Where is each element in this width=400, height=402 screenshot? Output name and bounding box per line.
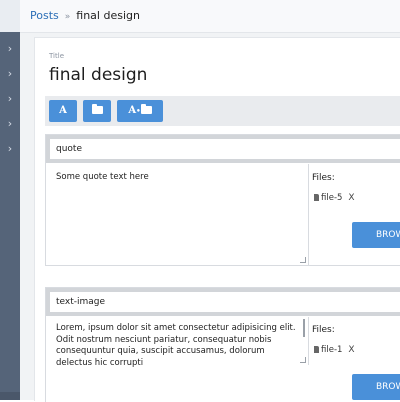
- chevron-right-icon[interactable]: ›: [5, 118, 15, 130]
- folder-icon: [140, 103, 152, 114]
- block-textarea[interactable]: Lorem, ipsum dolor sit amet consectetur …: [46, 317, 309, 368]
- file-item: file-5 X: [314, 193, 355, 203]
- sidebar: › › › › ›: [0, 0, 20, 400]
- resize-handle[interactable]: [300, 357, 306, 363]
- file-icon: [314, 346, 319, 353]
- add-text-block-button[interactable]: A: [49, 100, 77, 122]
- content-block-quote: quote Some quote text here Files: file-5…: [45, 134, 400, 266]
- folder-icon: [91, 103, 103, 114]
- text-icon: A: [59, 105, 67, 116]
- breadcrumb-separator: »: [64, 12, 71, 22]
- plus-dot-icon: •: [136, 106, 141, 115]
- file-name: file-1: [321, 345, 343, 355]
- browse-button[interactable]: BROWSE: [352, 374, 400, 400]
- add-text-image-block-button[interactable]: A•: [117, 100, 163, 122]
- title-label: Title: [49, 52, 65, 60]
- files-label: Files:: [312, 173, 335, 183]
- files-label: Files:: [312, 325, 335, 335]
- block-type-input[interactable]: quote: [50, 139, 400, 159]
- main-content: Title final design A A• quote Some quote…: [20, 33, 400, 402]
- title-input[interactable]: final design: [49, 65, 147, 85]
- chevron-right-icon[interactable]: ›: [5, 68, 15, 80]
- breadcrumb-current: final design: [76, 9, 140, 22]
- block-header: text-image: [46, 288, 400, 316]
- content-block-text-image: text-image Lorem, ipsum dolor sit amet c…: [45, 287, 400, 402]
- block-text: Some quote text here: [56, 172, 149, 182]
- remove-file-button[interactable]: X: [348, 193, 354, 203]
- block-header: quote: [46, 135, 400, 163]
- file-item: file-1 X: [314, 345, 355, 355]
- add-image-block-button[interactable]: [83, 100, 111, 122]
- breadcrumb-link-posts[interactable]: Posts: [30, 9, 59, 22]
- file-name: file-5: [321, 193, 343, 203]
- block-textarea[interactable]: Some quote text here: [46, 164, 309, 265]
- sidebar-header: [0, 0, 20, 32]
- post-editor-card: Title final design A A• quote Some quote…: [34, 37, 400, 402]
- block-text: Lorem, ipsum dolor sit amet consectetur …: [56, 323, 296, 368]
- text-icon: A: [128, 105, 137, 116]
- browse-button[interactable]: BROWSE: [352, 222, 400, 248]
- scrollbar[interactable]: [303, 319, 305, 337]
- chevron-right-icon[interactable]: ›: [5, 143, 15, 155]
- block-type-input[interactable]: text-image: [50, 292, 400, 312]
- file-icon: [314, 194, 319, 201]
- resize-handle[interactable]: [300, 257, 306, 263]
- chevron-right-icon[interactable]: ›: [5, 93, 15, 105]
- chevron-right-icon[interactable]: ›: [5, 43, 15, 55]
- breadcrumb: Posts » final design: [30, 9, 140, 24]
- sidebar-footer: [0, 392, 20, 400]
- remove-file-button[interactable]: X: [348, 345, 354, 355]
- top-bar: Posts » final design: [20, 0, 400, 33]
- block-toolbar: A A•: [45, 96, 400, 126]
